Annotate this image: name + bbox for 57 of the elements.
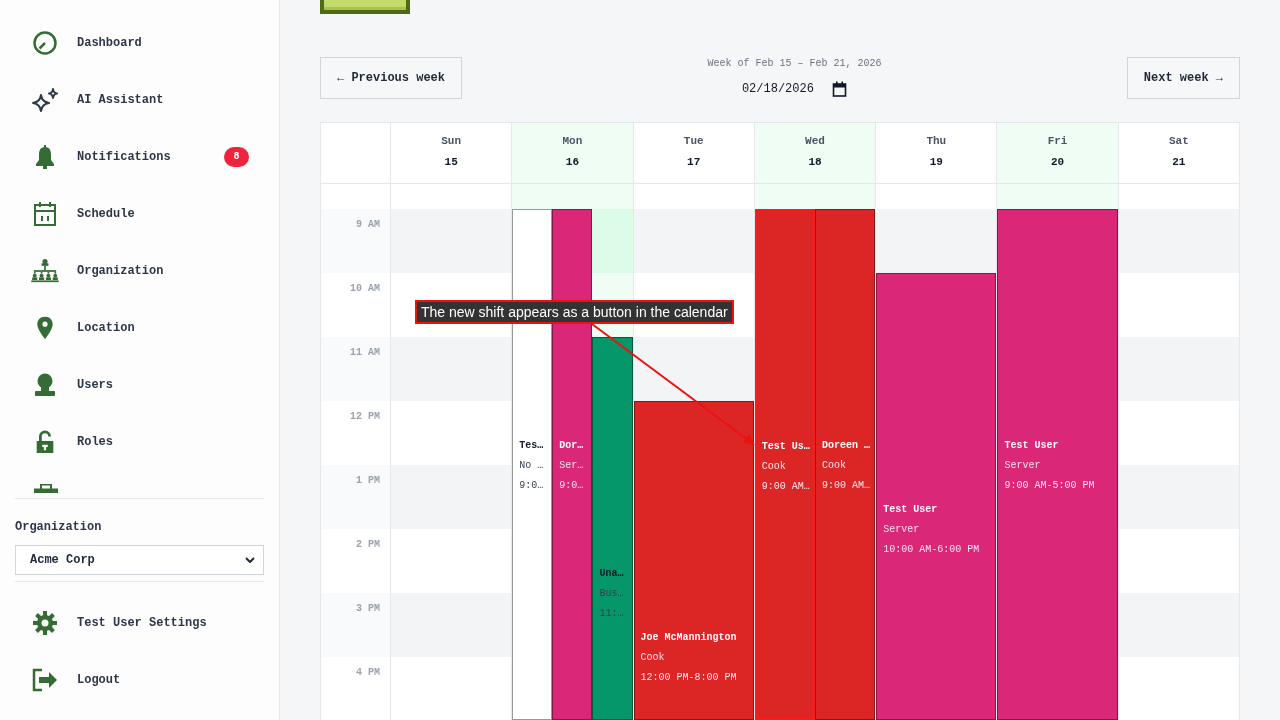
nav-link[interactable]: AI Assistant [31, 87, 164, 112]
door-arrow-icon[interactable] [31, 667, 59, 692]
nav-link[interactable]: Organization [31, 258, 164, 283]
settings-icon[interactable] [31, 610, 59, 635]
organization-label: Organization [15, 520, 103, 534]
time-label: 12 PM [350, 411, 380, 422]
cut-off-icon[interactable] [31, 484, 59, 493]
clipped-button[interactable] [320, 0, 410, 14]
shift-button[interactable]: Test User Server 9:00 AM-5:00 PM [997, 209, 1118, 720]
nav-link[interactable]: Roles [31, 429, 113, 454]
time-slot [592, 209, 633, 273]
sparkle-icon[interactable] [31, 87, 59, 112]
week-label: Week of Feb 15 – Feb 21, 2026 [707, 58, 882, 70]
day-name: Fri [1047, 134, 1068, 148]
time-label: 4 PM [356, 667, 380, 678]
day-date: 15 [444, 155, 458, 169]
day-name: Thu [926, 134, 947, 148]
count-badge: 8 [224, 146, 249, 167]
shift-button[interactable]: Doreen … Cook 9:00 AM… [815, 209, 876, 720]
time-label: 11 AM [350, 347, 380, 358]
day-date: 19 [929, 155, 943, 169]
nav-link[interactable]: Dashboard [31, 30, 142, 55]
time-label: 3 PM [356, 603, 380, 614]
shift-button[interactable]: Joe McMannington Cook 12:00 PM-8:00 PM [633, 401, 754, 720]
day-date: 21 [1172, 155, 1186, 169]
time-label: 10 AM [350, 283, 380, 294]
time-label: 9 AM [356, 219, 380, 230]
organization-select[interactable]: Acme Corp [15, 545, 264, 575]
day-name: Sat [1168, 134, 1189, 148]
day-date: 16 [565, 155, 579, 169]
org-chart-icon[interactable] [31, 258, 59, 283]
day-name: Mon [562, 134, 583, 148]
day-date: 20 [1050, 155, 1065, 169]
next-week-button[interactable]: Next week → [1126, 57, 1240, 99]
shift-button[interactable]: Test Us… Cook 9:00 AM… [754, 209, 815, 720]
date-field[interactable]: 02/18/2026 [741, 80, 847, 98]
nav-link[interactable]: Location [31, 315, 135, 340]
gauge-icon[interactable] [31, 30, 59, 55]
nav-link[interactable]: Schedule [31, 201, 135, 226]
nav-link[interactable]: Notifications [31, 144, 171, 169]
day-name: Wed [805, 134, 825, 148]
chevron-icon[interactable] [245, 557, 255, 563]
nav-link[interactable]: Logout [31, 667, 121, 692]
nav-link[interactable]: Test User Settings [31, 610, 207, 635]
shift-button[interactable]: Test User Server 10:00 AM-6:00 PM [876, 273, 997, 720]
time-label: 2 PM [356, 539, 380, 550]
shift-button[interactable]: Una… Bus… 11:… [592, 337, 633, 720]
time-label: 1 PM [356, 475, 380, 486]
day-name: Tue [683, 134, 704, 148]
day-date: 18 [808, 155, 822, 169]
previous-week-button[interactable]: ← Previous week [320, 57, 463, 99]
day-date: 17 [687, 155, 701, 169]
nav-link[interactable]: Users [31, 372, 113, 397]
annotation-callout: The new shift appears as a button in the calendar [415, 300, 734, 324]
calendar-icon[interactable] [831, 81, 847, 97]
day-name: Sun [441, 134, 462, 148]
calendar-icon[interactable] [31, 201, 59, 226]
